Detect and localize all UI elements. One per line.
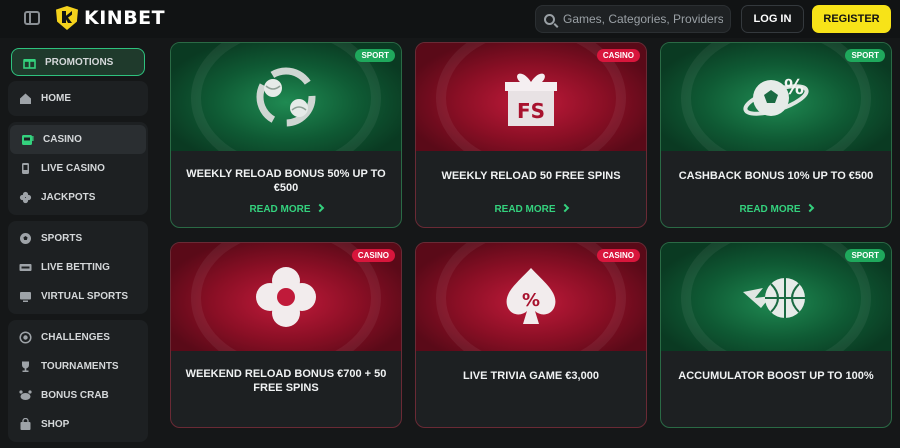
chevron-right-icon bbox=[805, 203, 814, 213]
read-more-label: READ MORE bbox=[739, 204, 801, 215]
basketball-icon bbox=[743, 278, 805, 318]
sidebar-item-tournaments[interactable]: TOURNAMENTS bbox=[8, 352, 148, 381]
sidebar-item-promotions[interactable]: PROMOTIONS bbox=[11, 48, 145, 76]
promo-card[interactable]: SPORT ACCUMULATOR BOOST UP TO 100% bbox=[660, 242, 892, 428]
target-icon bbox=[18, 331, 32, 345]
read-more-label: READ MORE bbox=[249, 204, 311, 215]
sidebar-item-label: SPORTS bbox=[41, 233, 83, 244]
top-bar: KINBET LOG IN REGISTER bbox=[0, 0, 900, 38]
login-button[interactable]: LOG IN bbox=[741, 5, 804, 33]
register-button[interactable]: REGISTER bbox=[812, 5, 891, 33]
slot-machine-icon bbox=[20, 133, 34, 147]
sidebar-item-shop[interactable]: SHOP bbox=[8, 410, 148, 439]
gift-icon bbox=[22, 55, 36, 69]
sidebar-item-live-betting[interactable]: LIVE BETTING bbox=[8, 253, 148, 282]
svg-text:%: % bbox=[784, 75, 804, 99]
sidebar: PROMOTIONS HOME CASINO LIVE CASINO JACKP… bbox=[8, 46, 148, 448]
promo-card-art: CASINO bbox=[171, 243, 401, 351]
read-more-label: READ MORE bbox=[494, 204, 556, 215]
promo-title: ACCUMULATOR BOOST UP TO 100% bbox=[678, 370, 874, 382]
promo-card-art: SPORT bbox=[171, 43, 401, 151]
sidebar-item-live-casino[interactable]: LIVE CASINO bbox=[8, 154, 148, 183]
promo-card-art: % SPORT bbox=[661, 43, 891, 151]
sport-badge: SPORT bbox=[355, 49, 395, 62]
spade-percent-icon: % bbox=[506, 268, 556, 324]
soccer-ball-icon bbox=[18, 232, 32, 246]
sport-badge: SPORT bbox=[845, 249, 885, 262]
sidebar-item-label: VIRTUAL SPORTS bbox=[41, 291, 129, 302]
clover-icon bbox=[256, 267, 316, 327]
promo-title: WEEKLY RELOAD BONUS 50% UP TO €500 bbox=[186, 168, 386, 194]
sidebar-item-label: CASINO bbox=[43, 134, 82, 145]
sidebar-item-label: BONUS CRAB bbox=[41, 390, 109, 401]
svg-text:%: % bbox=[522, 290, 540, 311]
read-more-link[interactable]: READ MORE bbox=[416, 203, 646, 215]
chevron-right-icon bbox=[560, 203, 569, 213]
bag-icon bbox=[18, 418, 32, 432]
sidebar-item-label: JACKPOTS bbox=[41, 192, 96, 203]
sidebar-toggle-icon[interactable] bbox=[24, 11, 40, 25]
sidebar-group-promotions: PROMOTIONS bbox=[8, 48, 148, 76]
home-icon bbox=[18, 92, 32, 106]
sidebar-group-casino: CASINO LIVE CASINO JACKPOTS bbox=[8, 122, 148, 215]
logo-text: KINBET bbox=[84, 7, 166, 29]
search-icon bbox=[544, 13, 555, 25]
shield-logo-icon bbox=[56, 6, 78, 30]
sidebar-group-extras: CHALLENGES TOURNAMENTS BONUS CRAB SHOP bbox=[8, 320, 148, 442]
soccer-percent-icon: % bbox=[743, 75, 809, 116]
tennis-balls-icon bbox=[256, 67, 316, 127]
sidebar-group-sports: SPORTS LIVE BETTING VIRTUAL SPORTS bbox=[8, 221, 148, 314]
sidebar-item-jackpots[interactable]: JACKPOTS bbox=[8, 183, 148, 212]
sidebar-item-label: TOURNAMENTS bbox=[41, 361, 119, 372]
trophy-icon bbox=[18, 360, 32, 374]
logo[interactable]: KINBET bbox=[56, 6, 165, 30]
sidebar-item-sports[interactable]: SPORTS bbox=[8, 224, 148, 253]
promo-title: WEEKLY RELOAD 50 FREE SPINS bbox=[441, 170, 621, 182]
sidebar-item-label: PROMOTIONS bbox=[45, 56, 114, 68]
sidebar-item-challenges[interactable]: CHALLENGES bbox=[8, 323, 148, 352]
search-bar[interactable] bbox=[535, 5, 731, 33]
sidebar-item-label: SHOP bbox=[41, 419, 70, 430]
promo-title: LIVE TRIVIA GAME €3,000 bbox=[463, 370, 599, 382]
promo-title: WEEKEND RELOAD BONUS €700 + 50 FREE SPIN… bbox=[185, 368, 387, 394]
promo-card-art: % CASINO bbox=[416, 243, 646, 351]
live-icon bbox=[18, 261, 32, 275]
sidebar-item-label: CHALLENGES bbox=[41, 332, 110, 343]
phone-icon bbox=[18, 162, 32, 176]
promo-card[interactable]: % SPORT CASHBACK BONUS 10% UP TO €500 RE… bbox=[660, 42, 892, 228]
search-input[interactable] bbox=[563, 12, 723, 26]
clover-icon bbox=[18, 191, 32, 205]
casino-badge: CASINO bbox=[596, 249, 640, 262]
promo-card[interactable]: FS CASINO WEEKLY RELOAD 50 FREE SPINS RE… bbox=[415, 42, 647, 228]
sidebar-item-virtual-sports[interactable]: VIRTUAL SPORTS bbox=[8, 282, 148, 311]
sidebar-item-label: HOME bbox=[41, 93, 71, 104]
promo-title: CASHBACK BONUS 10% UP TO €500 bbox=[678, 170, 874, 182]
sidebar-item-casino[interactable]: CASINO bbox=[10, 125, 146, 154]
svg-text:FS: FS bbox=[517, 99, 545, 123]
read-more-link[interactable]: READ MORE bbox=[171, 203, 401, 215]
promo-card-art: SPORT bbox=[661, 243, 891, 351]
sidebar-item-bonus-crab[interactable]: BONUS CRAB bbox=[8, 381, 148, 410]
monitor-icon bbox=[18, 290, 32, 304]
sidebar-item-label: LIVE CASINO bbox=[41, 163, 105, 174]
sidebar-group-home: HOME bbox=[8, 81, 148, 116]
casino-badge: CASINO bbox=[351, 249, 395, 262]
gift-fs-icon: FS bbox=[505, 73, 557, 126]
promo-card[interactable]: CASINO WEEKEND RELOAD BONUS €700 + 50 FR… bbox=[170, 242, 402, 428]
promo-card[interactable]: % CASINO LIVE TRIVIA GAME €3,000 bbox=[415, 242, 647, 428]
casino-badge: CASINO bbox=[596, 49, 640, 62]
promo-card[interactable]: SPORT WEEKLY RELOAD BONUS 50% UP TO €500… bbox=[170, 42, 402, 228]
read-more-link[interactable]: READ MORE bbox=[661, 203, 891, 215]
promo-card-art: FS CASINO bbox=[416, 43, 646, 151]
chevron-right-icon bbox=[315, 203, 324, 213]
sidebar-item-label: LIVE BETTING bbox=[41, 262, 110, 273]
sidebar-item-home[interactable]: HOME bbox=[8, 84, 148, 113]
crab-icon bbox=[18, 389, 32, 403]
sport-badge: SPORT bbox=[845, 49, 885, 62]
